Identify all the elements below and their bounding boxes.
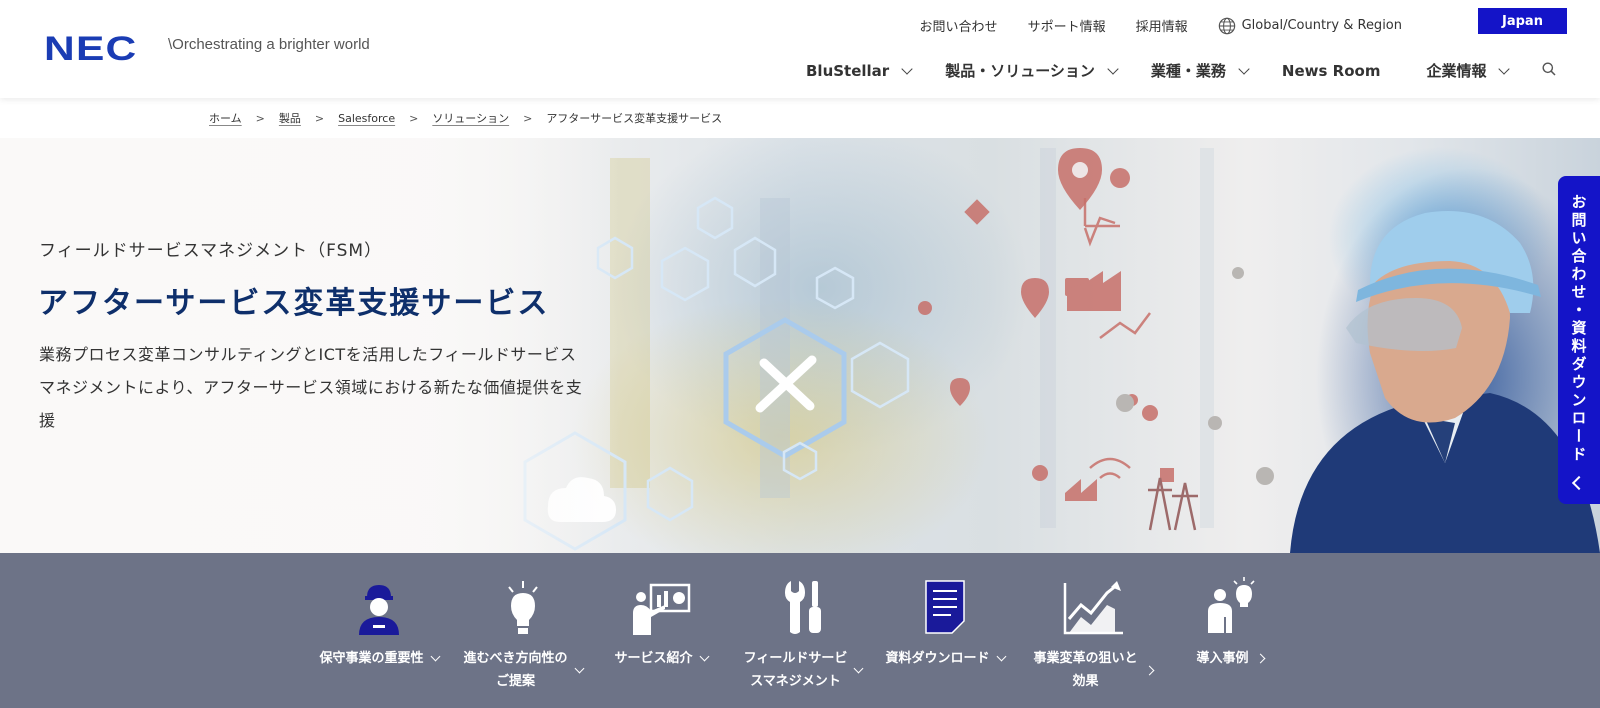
chevron-down-icon: [430, 651, 440, 662]
contact-link[interactable]: お問い合わせ: [920, 16, 998, 35]
chevron-right-icon: [1255, 653, 1265, 664]
nav-item-industries[interactable]: 業種・業務: [1150, 60, 1250, 81]
section-nav-item-importance[interactable]: 保守事業の重要性: [314, 553, 444, 670]
brand-tagline: \Orchestrating a brighter world: [168, 36, 370, 53]
nav-item-corporate[interactable]: 企業情報: [1426, 60, 1511, 81]
chevron-down-icon: [699, 651, 709, 662]
globe-icon: [1218, 17, 1235, 34]
chevron-down-icon: [996, 651, 1006, 662]
chevron-right-icon: [1144, 665, 1154, 675]
section-nav-item-download[interactable]: 資料ダウンロード: [880, 553, 1010, 670]
chevron-down-icon: [901, 62, 913, 75]
hero-subtitle: フィールドサービスマネジメント（FSM）: [39, 241, 383, 261]
global-region-label: Global/Country & Region: [1241, 18, 1402, 33]
breadcrumb-salesforce[interactable]: Salesforce: [338, 112, 395, 125]
section-nav-label: 事業変革の狙いと 効果: [1033, 651, 1138, 689]
breadcrumb-products[interactable]: 製品: [279, 110, 301, 126]
section-nav-item-transformation[interactable]: 事業変革の狙いと 効果: [1018, 553, 1168, 693]
nav-item-blustellar[interactable]: BluStellar: [806, 61, 913, 80]
chevron-down-icon: [574, 663, 584, 673]
careers-link[interactable]: 採用情報: [1136, 16, 1188, 35]
contact-download-side-tab[interactable]: お問い合わせ・資料ダウンロード: [1558, 176, 1600, 504]
breadcrumb-separator: >: [409, 111, 419, 125]
section-nav: 保守事業の重要性 進むべき方向性の ご提案 サービス紹介 フィールドサービ スマ…: [0, 553, 1600, 708]
section-nav-label: 保守事業の重要性: [319, 651, 424, 666]
region-japan-button[interactable]: Japan: [1478, 8, 1567, 34]
breadcrumb-separator: >: [523, 111, 533, 125]
section-nav-label: 進むべき方向性の ご提案: [463, 651, 568, 689]
hero-banner: フィールドサービスマネジメント（FSM） アフターサービス変革支援サービス 業務…: [0, 138, 1600, 553]
section-nav-item-fsm[interactable]: フィールドサービ スマネジメント: [733, 553, 873, 693]
utility-nav: お問い合わせ サポート情報 採用情報 Global/Country & Regi…: [920, 16, 1402, 35]
tools-icon: [785, 581, 821, 634]
nec-logo[interactable]: NEC: [44, 30, 137, 69]
chevron-down-icon: [1238, 62, 1250, 75]
chevron-down-icon: [1498, 62, 1511, 75]
side-tab-label: お問い合わせ・資料ダウンロード: [1569, 194, 1588, 464]
support-link[interactable]: サポート情報: [1028, 16, 1106, 35]
growth-chart-icon: [1063, 581, 1123, 635]
section-nav-label: サービス紹介: [614, 651, 693, 666]
lightbulb-icon: [508, 581, 538, 634]
breadcrumb: ホーム > 製品 > Salesforce > ソリューション > アフターサー…: [209, 110, 722, 126]
section-nav-label: 導入事例: [1196, 651, 1249, 666]
hero-description: 業務プロセス変革コンサルティングとICTを活用したフィールドサービスマネジメント…: [39, 345, 583, 430]
hero-illustration: [523, 148, 1600, 553]
section-nav-item-cases[interactable]: 導入事例: [1180, 553, 1280, 670]
presentation-icon: [633, 583, 691, 635]
breadcrumb-solutions[interactable]: ソリューション: [432, 110, 509, 126]
nav-label: News Room: [1281, 61, 1381, 80]
hero-title: アフターサービス変革支援サービス: [38, 286, 550, 321]
breadcrumb-separator: >: [255, 111, 265, 125]
nav-label: BluStellar: [806, 61, 890, 80]
chevron-left-icon: [1571, 475, 1587, 491]
site-header: NEC \Orchestrating a brighter world お問い合…: [0, 0, 1600, 98]
idea-person-icon: [1208, 577, 1255, 633]
main-nav: BluStellar 製品・ソリューション 業種・業務 News Room 企業…: [806, 60, 1542, 81]
nav-label: 企業情報: [1426, 62, 1487, 80]
worker-icon: [359, 585, 399, 635]
chevron-down-icon: [1107, 62, 1119, 75]
breadcrumb-home[interactable]: ホーム: [209, 110, 242, 126]
section-nav-item-services[interactable]: サービス紹介: [606, 553, 716, 670]
section-nav-item-direction[interactable]: 進むべき方向性の ご提案: [453, 553, 593, 693]
breadcrumb-separator: >: [314, 111, 325, 125]
global-region-link[interactable]: Global/Country & Region: [1218, 17, 1402, 35]
document-icon: [925, 580, 965, 634]
nav-item-products[interactable]: 製品・ソリューション: [945, 60, 1119, 81]
chevron-down-icon: [853, 663, 864, 673]
section-nav-label: 資料ダウンロード: [885, 651, 990, 666]
nav-label: 製品・ソリューション: [945, 62, 1095, 80]
breadcrumb-current: アフターサービス変革支援サービス: [546, 112, 723, 125]
nav-item-newsroom[interactable]: News Room: [1282, 62, 1381, 80]
nav-label: 業種・業務: [1150, 62, 1226, 80]
search-icon[interactable]: [1542, 62, 1556, 76]
section-nav-label: フィールドサービ スマネジメント: [743, 651, 848, 689]
